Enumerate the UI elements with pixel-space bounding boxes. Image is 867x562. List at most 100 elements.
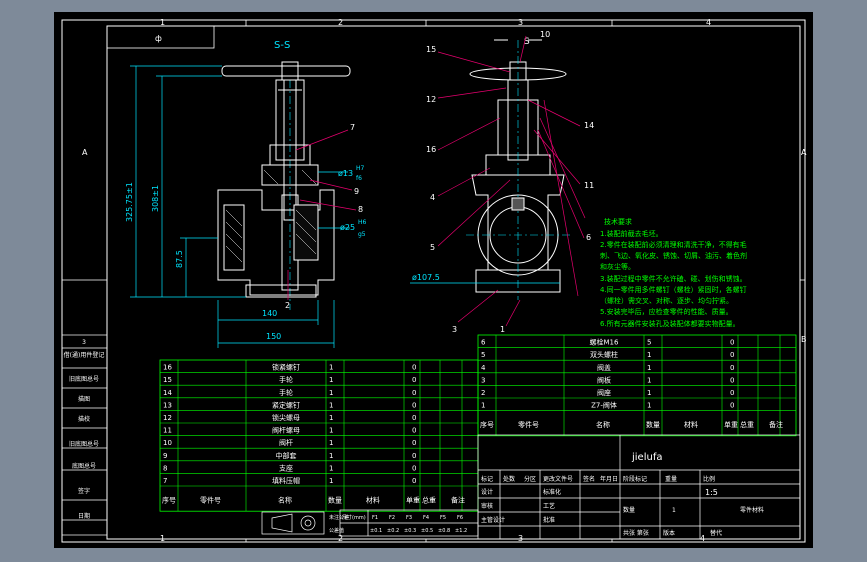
balloon-8: 8: [358, 205, 363, 214]
tb-approve: 批准: [543, 516, 555, 524]
fit2-sub: g5: [358, 231, 366, 238]
zone-top-3: 3: [518, 18, 523, 27]
balloon-6: 6: [586, 233, 591, 242]
section-label: S-S: [274, 40, 290, 51]
tb-sheets: 共张 第张: [623, 529, 649, 537]
zone-right-a: A: [801, 148, 807, 157]
bom-right-row-name: 螺栓M16: [590, 338, 619, 347]
bom-left-row-weight: 0: [412, 427, 416, 435]
tol-head-6: F6: [457, 515, 463, 521]
tb-mark: 标记: [481, 475, 493, 483]
balloon-5: 5: [430, 243, 435, 252]
bom-left-row-qty: 1: [329, 364, 333, 372]
notes-line-3: 和灰尘等。: [600, 262, 635, 271]
bom-right-header-qty: 数量: [646, 420, 660, 429]
balloon-12: 12: [426, 95, 436, 104]
bom-left-row-no: 12: [163, 414, 172, 422]
tol-head-1: F1: [372, 515, 378, 521]
zone-left-a: A: [82, 148, 88, 157]
bom-right-row-qty: 1: [647, 402, 651, 410]
fit2: ø25: [340, 223, 355, 232]
zone-bot-3: 3: [518, 534, 523, 543]
balloon-15: 15: [426, 45, 436, 54]
tb-drawing-name: jielufa: [631, 452, 662, 463]
tol-head-0: 尺寸(mm): [342, 514, 366, 521]
bom-left-row-qty: 1: [329, 401, 333, 409]
bom-left-row-name: 阀杆螺母: [272, 426, 300, 435]
dim-low: 87.5: [175, 250, 184, 268]
bom-left-header-w: 单重: [406, 495, 420, 504]
bom-right-row-name: 阀板: [597, 375, 611, 384]
tb-date: 年月日: [600, 475, 618, 483]
bom-right-row-no: 4: [481, 364, 486, 372]
bom-right-row-name: Z7-阀体: [591, 401, 617, 410]
bom-left-row-no: 11: [163, 427, 172, 435]
bom-left-row-qty: 1: [329, 464, 333, 472]
tol-head-5: F5: [440, 515, 446, 521]
tb-scale: 1:5: [705, 488, 718, 497]
zone-top-4: 4: [706, 18, 711, 27]
bom-right-row-qty: 1: [647, 364, 651, 372]
tol-val-5: ±1.2: [455, 528, 467, 534]
bom-left-header-note: 备注: [451, 495, 465, 504]
dim-140: 140: [262, 309, 277, 318]
dim-150: 150: [266, 332, 281, 341]
bom-left-row-qty: 1: [329, 452, 333, 460]
bom-left-header-name: 名称: [278, 495, 292, 504]
bom-left-row-name: 手轮: [279, 375, 293, 384]
bom-left-row-no: 13: [163, 401, 172, 409]
strip-item-3: 描图: [78, 395, 90, 403]
bom-right-row-no: 3: [481, 376, 485, 384]
tb-doc: 更改文件号: [543, 475, 573, 483]
zone-top-2: 2: [338, 18, 343, 27]
balloon-14: 14: [584, 121, 594, 130]
strip-item-6: 底图总号: [72, 462, 96, 470]
bom-left-row-weight: 0: [412, 414, 416, 422]
bom-right-row-name: 阀座: [597, 388, 611, 397]
bom-right-row-weight: 0: [730, 389, 734, 397]
bom-right-header-name: 名称: [596, 420, 610, 429]
bom-left-row-name: 填料压帽: [272, 476, 300, 485]
zone-bot-4: 4: [700, 534, 705, 543]
bom-right-header-no: 序号: [480, 420, 494, 429]
fit1-sub: f6: [356, 175, 362, 182]
notes-title: 技术要求: [604, 217, 632, 226]
bom-left-row-qty: 1: [329, 439, 333, 447]
bom-left-header-code: 零件号: [200, 495, 221, 504]
strip-item-4: 描校: [78, 415, 90, 423]
bom-left-header-qty: 数量: [328, 495, 342, 504]
fit1: ø13: [338, 169, 353, 178]
bom-left-header-no: 序号: [162, 495, 176, 504]
bom-right-row-no: 1: [481, 402, 485, 410]
bom-left-row-weight: 0: [412, 439, 416, 447]
bom-left-row-name: 锁尖螺母: [272, 413, 300, 422]
tb-weight: 重量: [665, 475, 677, 483]
bom-left-row-weight: 0: [412, 389, 416, 397]
bom-right-header-w: 单重: [724, 420, 738, 429]
tb-ratio: 比例: [703, 475, 715, 483]
tb-replace: 替代: [710, 529, 722, 537]
bom-left-row-weight: 0: [412, 376, 416, 384]
balloon-16: 16: [426, 145, 436, 154]
bom-right-row-weight: 0: [730, 339, 734, 347]
bom-left-row-no: 9: [163, 452, 167, 460]
dim-dia: ø107.5: [412, 273, 440, 282]
bom-right-header-note: 备注: [769, 420, 783, 429]
balloon-4: 4: [430, 193, 435, 202]
bom-left-row-no: 7: [163, 477, 167, 485]
fit2-tol: H6: [358, 219, 367, 226]
bom-right-row-weight: 0: [730, 376, 734, 384]
tb-craft: 工艺: [543, 502, 555, 510]
notes-line-4: 3.装配过程中零件不允许磕、碰、划伤和锈蚀。: [600, 274, 747, 283]
strip-item-7: 签字: [78, 487, 90, 495]
bom-left-row-no: 16: [163, 364, 172, 372]
tol-val-4: ±0.8: [438, 528, 450, 534]
bom-right-row-qty: 1: [647, 351, 651, 359]
tol-head-3: F3: [406, 515, 412, 521]
zone-bot-2: 2: [338, 534, 343, 543]
zone-right-b: B: [801, 335, 807, 344]
notes-line-5: 4.同一零件用多件螺钉（螺栓）紧固时，各螺钉: [600, 285, 747, 294]
bom-left-row-name: 锁紧螺钉: [272, 363, 300, 372]
tol-val-1: ±0.2: [387, 528, 399, 534]
tb-qty-val: 1: [672, 507, 676, 514]
